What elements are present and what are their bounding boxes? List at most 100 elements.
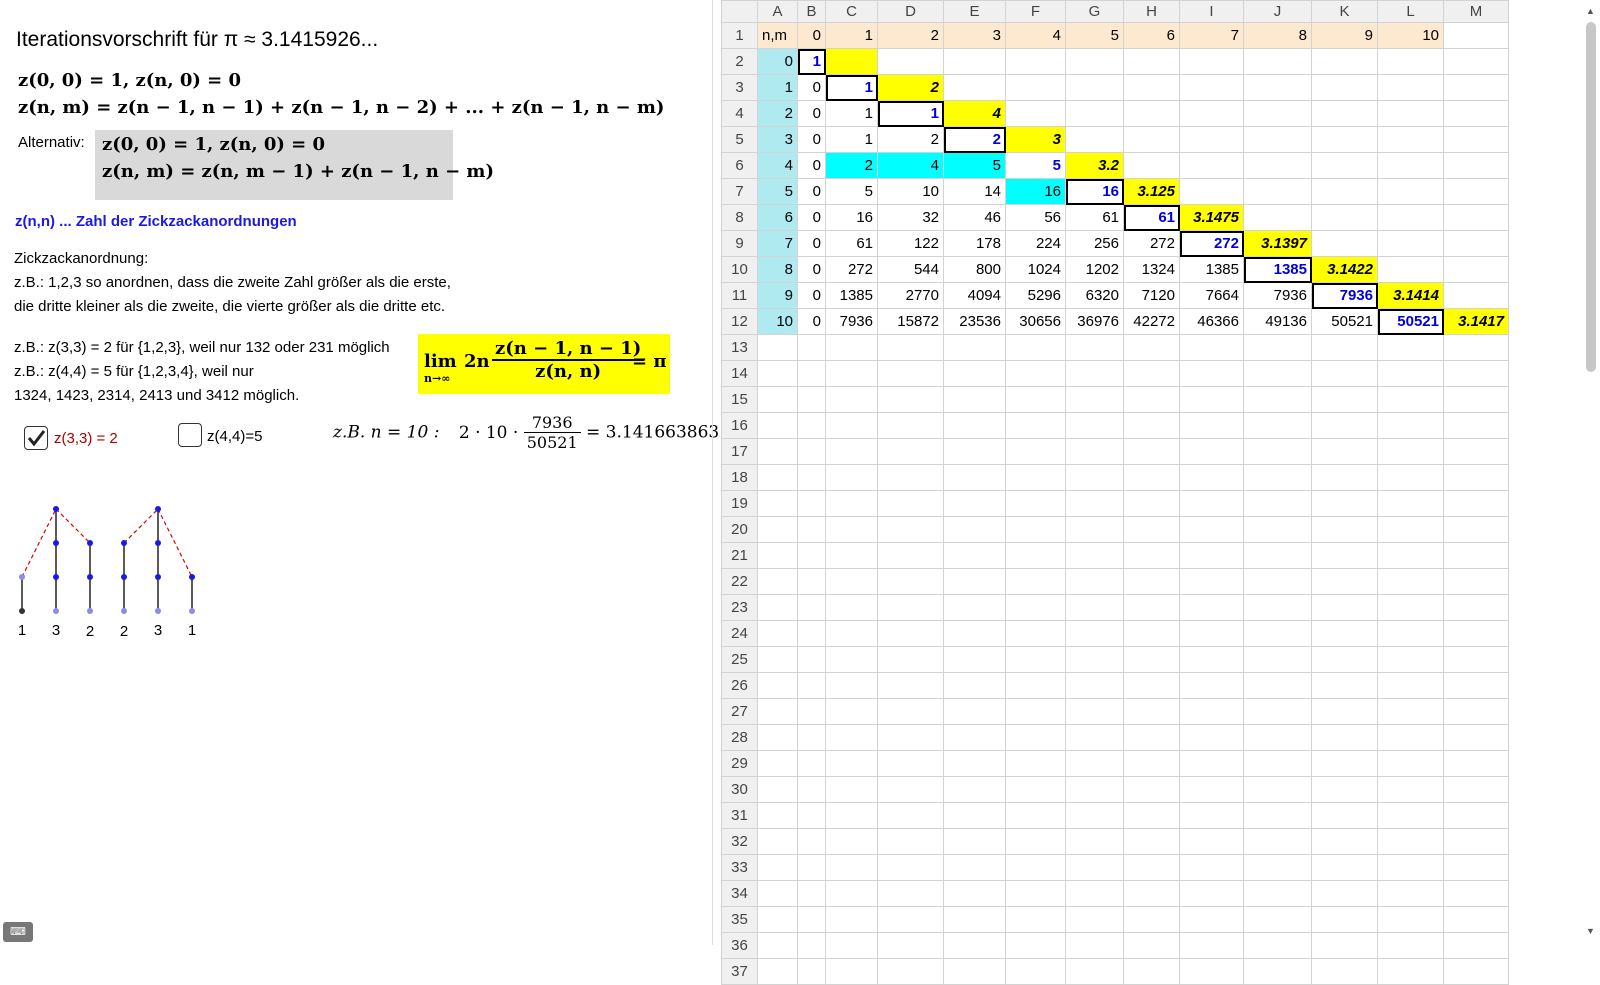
- cell-l5[interactable]: [1377, 126, 1444, 153]
- cell-b37[interactable]: [797, 958, 826, 985]
- cell-e14[interactable]: [943, 360, 1006, 387]
- cell-g9[interactable]: 256: [1065, 230, 1124, 257]
- cell-k25[interactable]: [1311, 646, 1378, 673]
- cell-h21[interactable]: [1123, 542, 1180, 569]
- cell-k9[interactable]: [1311, 230, 1378, 257]
- cell-h30[interactable]: [1123, 776, 1180, 803]
- cell-h16[interactable]: [1123, 412, 1180, 439]
- row-header-18[interactable]: 18: [721, 464, 758, 491]
- keyboard-icon[interactable]: ⌨: [3, 922, 33, 942]
- column-header-f[interactable]: F: [1005, 0, 1066, 23]
- cell-j17[interactable]: [1243, 438, 1312, 465]
- cell-k14[interactable]: [1311, 360, 1378, 387]
- cell-g37[interactable]: [1065, 958, 1124, 985]
- cell-f6[interactable]: 5: [1005, 152, 1066, 179]
- cell-b12[interactable]: 0: [797, 308, 826, 335]
- cell-i35[interactable]: [1179, 906, 1244, 933]
- cell-m7[interactable]: [1443, 178, 1509, 205]
- cell-c32[interactable]: [825, 828, 878, 855]
- cell-m32[interactable]: [1443, 828, 1509, 855]
- cell-g6[interactable]: 3.2: [1065, 152, 1124, 179]
- cell-m20[interactable]: [1443, 516, 1509, 543]
- cell-e15[interactable]: [943, 386, 1006, 413]
- row-header-11[interactable]: 11: [721, 282, 758, 309]
- cell-f3[interactable]: [1005, 74, 1066, 101]
- cell-f18[interactable]: [1005, 464, 1066, 491]
- cell-a5[interactable]: 3: [757, 126, 798, 153]
- cell-e3[interactable]: [943, 74, 1006, 101]
- cell-f29[interactable]: [1005, 750, 1066, 777]
- column-header-l[interactable]: L: [1377, 0, 1444, 23]
- column-header-j[interactable]: J: [1243, 0, 1312, 23]
- cell-e36[interactable]: [943, 932, 1006, 959]
- cell-m1[interactable]: [1443, 22, 1509, 49]
- cell-d7[interactable]: 10: [877, 178, 944, 205]
- cell-j12[interactable]: 49136: [1243, 308, 1312, 335]
- cell-l27[interactable]: [1377, 698, 1444, 725]
- cell-g7[interactable]: 16: [1065, 178, 1124, 205]
- cell-f12[interactable]: 30656: [1005, 308, 1066, 335]
- cell-c24[interactable]: [825, 620, 878, 647]
- cell-g25[interactable]: [1065, 646, 1124, 673]
- cell-l8[interactable]: [1377, 204, 1444, 231]
- cell-f1[interactable]: 4: [1005, 22, 1066, 49]
- cell-f32[interactable]: [1005, 828, 1066, 855]
- cell-k28[interactable]: [1311, 724, 1378, 751]
- cell-a17[interactable]: [757, 438, 798, 465]
- cell-j32[interactable]: [1243, 828, 1312, 855]
- cell-h7[interactable]: 3.125: [1123, 178, 1180, 205]
- cell-j22[interactable]: [1243, 568, 1312, 595]
- cell-i33[interactable]: [1179, 854, 1244, 881]
- cell-g36[interactable]: [1065, 932, 1124, 959]
- cell-d33[interactable]: [877, 854, 944, 881]
- cell-i23[interactable]: [1179, 594, 1244, 621]
- cell-i6[interactable]: [1179, 152, 1244, 179]
- cell-b28[interactable]: [797, 724, 826, 751]
- cell-g17[interactable]: [1065, 438, 1124, 465]
- cell-i34[interactable]: [1179, 880, 1244, 907]
- cell-c12[interactable]: 7936: [825, 308, 878, 335]
- cell-k12[interactable]: 50521: [1311, 308, 1378, 335]
- cell-k6[interactable]: [1311, 152, 1378, 179]
- cell-g21[interactable]: [1065, 542, 1124, 569]
- cell-c22[interactable]: [825, 568, 878, 595]
- cell-m28[interactable]: [1443, 724, 1509, 751]
- cell-d19[interactable]: [877, 490, 944, 517]
- cell-a31[interactable]: [757, 802, 798, 829]
- cell-k36[interactable]: [1311, 932, 1378, 959]
- cell-d2[interactable]: [877, 48, 944, 75]
- cell-a28[interactable]: [757, 724, 798, 751]
- cell-l16[interactable]: [1377, 412, 1444, 439]
- cell-i12[interactable]: 46366: [1179, 308, 1244, 335]
- cell-h33[interactable]: [1123, 854, 1180, 881]
- cell-c26[interactable]: [825, 672, 878, 699]
- cell-f34[interactable]: [1005, 880, 1066, 907]
- row-header-20[interactable]: 20: [721, 516, 758, 543]
- cell-l14[interactable]: [1377, 360, 1444, 387]
- cell-m23[interactable]: [1443, 594, 1509, 621]
- column-header-c[interactable]: C: [825, 0, 878, 23]
- scroll-down-icon[interactable]: ▼: [1586, 926, 1595, 936]
- cell-f4[interactable]: [1005, 100, 1066, 127]
- cell-c20[interactable]: [825, 516, 878, 543]
- cell-f13[interactable]: [1005, 334, 1066, 361]
- cell-i37[interactable]: [1179, 958, 1244, 985]
- cell-l34[interactable]: [1377, 880, 1444, 907]
- cell-h4[interactable]: [1123, 100, 1180, 127]
- cell-m4[interactable]: [1443, 100, 1509, 127]
- cell-c14[interactable]: [825, 360, 878, 387]
- vertical-scrollbar[interactable]: [1586, 22, 1596, 372]
- cell-e37[interactable]: [943, 958, 1006, 985]
- cell-l12[interactable]: 50521: [1377, 308, 1444, 335]
- cell-l10[interactable]: [1377, 256, 1444, 283]
- cell-i31[interactable]: [1179, 802, 1244, 829]
- cell-i17[interactable]: [1179, 438, 1244, 465]
- row-header-15[interactable]: 15: [721, 386, 758, 413]
- cell-j21[interactable]: [1243, 542, 1312, 569]
- cell-d15[interactable]: [877, 386, 944, 413]
- cell-c29[interactable]: [825, 750, 878, 777]
- cell-d8[interactable]: 32: [877, 204, 944, 231]
- cell-f7[interactable]: 16: [1005, 178, 1066, 205]
- cell-j36[interactable]: [1243, 932, 1312, 959]
- cell-l29[interactable]: [1377, 750, 1444, 777]
